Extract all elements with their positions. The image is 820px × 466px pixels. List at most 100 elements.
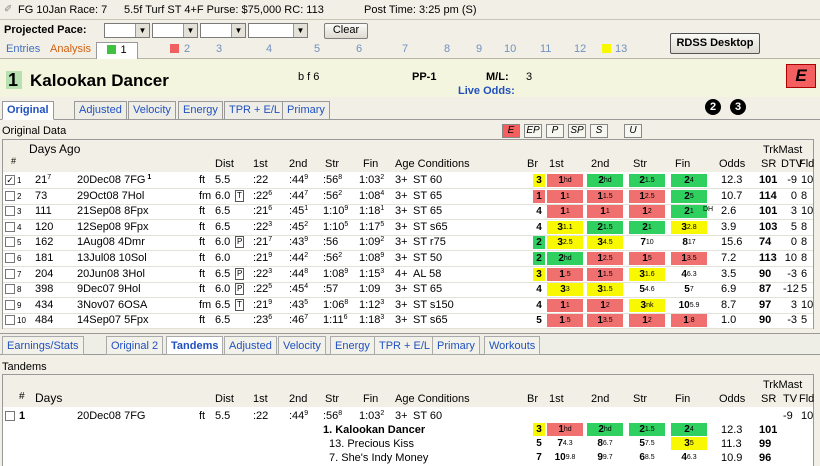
circle-2-icon[interactable]: 2 — [705, 99, 721, 115]
tab-tandems[interactable]: Tandems — [166, 336, 224, 355]
tandems-header-pos-2nd: 2nd — [591, 393, 610, 405]
row-checkbox[interactable] — [5, 268, 15, 279]
pace-u-button[interactable]: U — [624, 124, 642, 138]
tab-entries[interactable]: Entries — [2, 42, 44, 59]
pace-select-2[interactable]: ▼ — [152, 23, 198, 38]
row-checkbox[interactable] — [5, 190, 15, 201]
tandem-horse-row[interactable]: 7. She's Indy Money 7 109.8 99.7 68.5 46.3 10.… — [3, 451, 813, 465]
pace-select-3[interactable]: ▼ — [200, 23, 246, 38]
conditions: ST 60 — [413, 174, 443, 186]
race-date[interactable]: 14Sep07 5Fpx — [77, 314, 149, 326]
field-size: 8 — [801, 220, 808, 233]
pace-ep-button[interactable]: EP — [524, 124, 542, 138]
tab-adjusted[interactable]: Adjusted — [74, 101, 127, 120]
tab-earnings-stats[interactable]: Earnings/Stats — [2, 336, 84, 355]
pace-e-button[interactable]: E — [502, 124, 520, 138]
tab-horse-9[interactable]: 9 — [472, 42, 486, 59]
tab-horse-4[interactable]: 4 — [262, 42, 276, 59]
call-str-sup: 2 — [338, 252, 343, 259]
tab-adjusted-2[interactable]: Adjusted — [224, 336, 277, 355]
tandems-header-fin: Fin — [363, 393, 379, 405]
row-checkbox[interactable] — [5, 237, 15, 248]
post-position: PP-1 — [412, 71, 437, 83]
circle-3-icon[interactable]: 3 — [730, 99, 746, 115]
row-checkbox[interactable] — [5, 253, 15, 263]
race-date[interactable]: 21Sep08 8Fpx — [77, 205, 149, 217]
race-date[interactable]: 29Oct08 7Hol — [77, 190, 144, 202]
tab-tpr-el-2[interactable]: TPR + E/L — [374, 336, 436, 355]
pace-s-button[interactable]: S — [590, 124, 608, 138]
tandem-pos-str-margin: 7.5 — [644, 440, 655, 447]
table-row[interactable]: 2 73 29Oct08 7Hol fm 6.0 T:226:447:562 1:084 3+… — [3, 189, 813, 205]
tab-horse-5[interactable]: 5 — [310, 42, 324, 59]
row-checkbox[interactable] — [5, 315, 15, 326]
age: 3+ — [395, 174, 408, 186]
tandem-race-row[interactable]: 1 20Dec08 7FG ft 5.5:22:449:568 1:032 3+ ST 60… — [3, 409, 813, 423]
tab-horse-10[interactable]: 10 — [500, 42, 520, 59]
pos-1st-margin: 3 — [565, 286, 570, 294]
table-row[interactable]: 8 398 9Dec07 9Hol ft 6.0 P:225:454:57 1:09 3+ ST… — [3, 282, 813, 299]
call-str: :57 — [323, 283, 338, 295]
tab-horse-8[interactable]: 8 — [440, 42, 454, 59]
clear-button[interactable]: Clear — [324, 23, 368, 39]
call-1st-value: :22 — [253, 267, 269, 280]
race-date[interactable]: 20Jun08 3Hol — [77, 268, 145, 280]
call-1st-value: :22 — [253, 174, 269, 186]
tab-original-2[interactable]: Original 2 — [106, 336, 164, 355]
race-date[interactable]: 20Dec08 7FG 1 — [77, 174, 151, 186]
row-checkbox[interactable] — [5, 221, 15, 232]
tab-horse-3[interactable]: 3 — [212, 42, 226, 59]
table-row[interactable]: 4 120 12Sep08 9Fpx ft 6.5:223:452 1:105 1:175 3… — [3, 220, 813, 236]
age: 3+ — [395, 220, 408, 233]
tab-original[interactable]: Original — [2, 101, 54, 120]
pace-select-1[interactable]: ▼ — [104, 23, 150, 38]
days-ago-value: 73 — [35, 189, 48, 202]
tab-horse-13[interactable]: 13 — [598, 42, 631, 59]
race-date-value: 3Nov07 6OSA — [77, 298, 148, 311]
tab-horse-6[interactable]: 6 — [352, 42, 366, 59]
race-date[interactable]: 3Nov07 6OSA — [77, 299, 147, 311]
tab-energy[interactable]: Energy — [178, 101, 223, 120]
tandem-horse-row[interactable]: 1. Kalookan Dancer 3 1hd 2hd 21.5 24 12.3 101 — [3, 423, 813, 437]
tab-horse-11[interactable]: 11 — [536, 42, 555, 59]
pace-select-4[interactable]: ▼ — [248, 23, 308, 38]
tab-horse-12[interactable]: 12 — [570, 42, 590, 59]
tab-primary[interactable]: Primary — [282, 101, 330, 120]
row-checkbox[interactable]: ✓ — [5, 175, 15, 185]
tab-velocity[interactable]: Velocity — [128, 101, 176, 120]
tandems-header-days: Days — [35, 391, 63, 405]
tab-horse-2[interactable]: 2 — [166, 42, 194, 59]
table-row[interactable]: ✓ 1 217 20Dec08 7FG 1 ft 5.5:22:449:568 1:032 3… — [3, 173, 813, 189]
tab-energy-2[interactable]: Energy — [330, 336, 375, 355]
tandems-header-tv: TV — [783, 393, 798, 405]
tab-horse-1[interactable]: 1 — [96, 42, 138, 59]
table-row[interactable]: 6 181 13Jul08 10Sol ft 6.0:219:442:562 1:089 3… — [3, 251, 813, 267]
pos-str: 12 — [629, 314, 665, 328]
table-row[interactable]: 9 434 3Nov07 6OSA fm 6.5 T:219:435 1:068 1:123 3… — [3, 298, 813, 314]
row-checkbox[interactable] — [5, 299, 15, 310]
race-date[interactable]: 1Aug08 4Dmr — [77, 236, 145, 248]
tab-horse-7[interactable]: 7 — [398, 42, 412, 59]
days-ago: 162 — [35, 236, 53, 248]
tab-tpr-el[interactable]: TPR + E/L — [224, 101, 286, 120]
race-date[interactable]: 9Dec07 9Hol — [77, 283, 141, 295]
row-checkbox[interactable] — [5, 284, 15, 295]
table-row[interactable]: 7 204 20Jun08 3Hol ft 6.5 P:223:448 1:089 1:153… — [3, 267, 813, 283]
tandem-checkbox[interactable] — [5, 411, 15, 421]
pace-sp-button[interactable]: SP — [568, 124, 586, 138]
tab-analysis[interactable]: Analysis — [46, 42, 95, 59]
table-row[interactable]: 5 162 1Aug08 4Dmr ft 6.0 P:217:439:56 1:092 3+ S… — [3, 235, 813, 252]
days-ago: 434 — [35, 299, 53, 311]
row-checkbox[interactable] — [5, 206, 15, 217]
table-row[interactable]: 3 111 21Sep08 8Fpx ft 6.5:216:451 1:109 1:181 3… — [3, 204, 813, 221]
table-row[interactable]: 10 484 14Sep07 5Fpx ft 6.5:236:467 1:116 1:183… — [3, 313, 813, 330]
race-date[interactable]: 12Sep08 9Fpx — [77, 221, 149, 233]
days-ago: 111 — [35, 205, 52, 217]
call-1st-value: :21 — [253, 236, 269, 249]
pace-p-button[interactable]: P — [546, 124, 564, 138]
tab-velocity-2[interactable]: Velocity — [278, 336, 326, 355]
tandem-horse-row[interactable]: 13. Precious Kiss 5 74.3 86.7 57.5 35 11.3 99 — [3, 437, 813, 451]
tab-workouts[interactable]: Workouts — [484, 336, 541, 355]
tab-primary-2[interactable]: Primary — [432, 336, 480, 355]
race-date[interactable]: 13Jul08 10Sol — [77, 252, 147, 264]
